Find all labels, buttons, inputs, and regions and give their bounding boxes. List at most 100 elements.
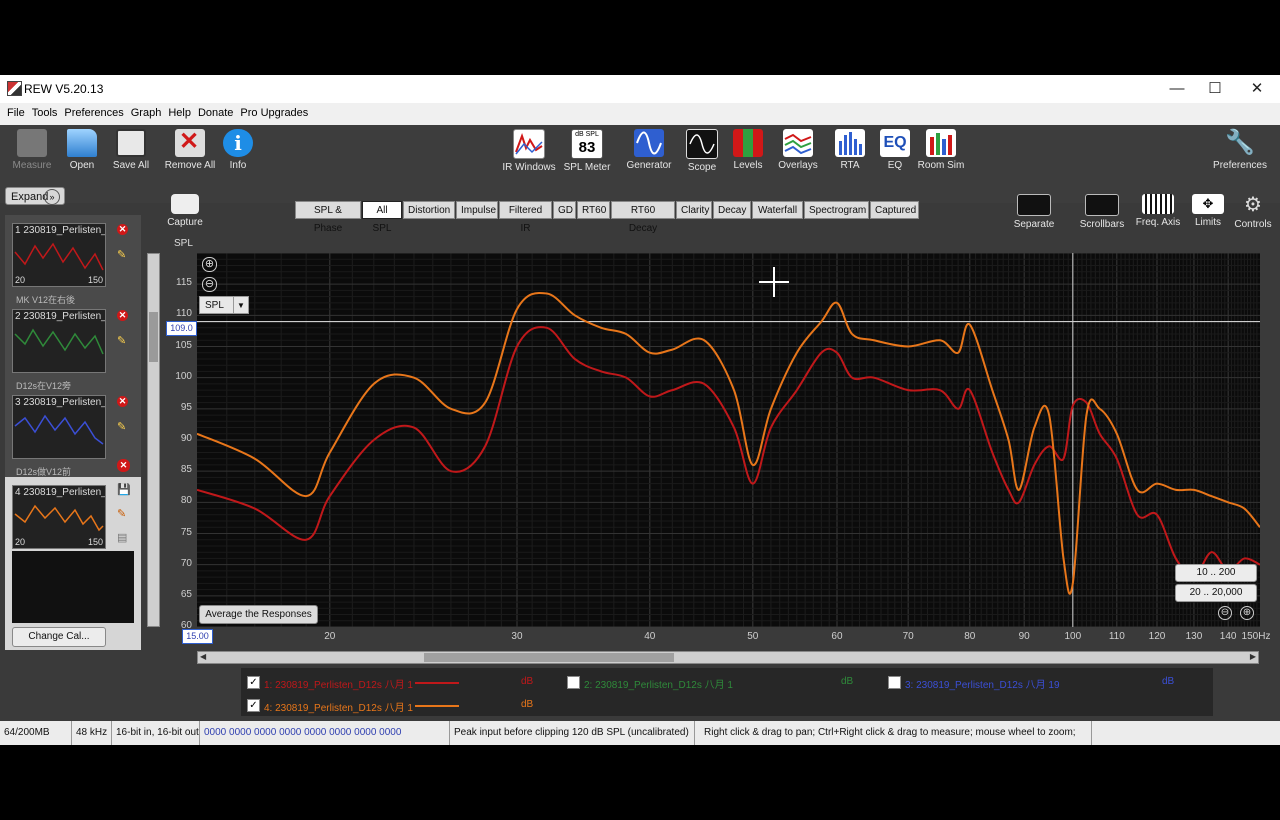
scroll-left-icon[interactable]: ◀: [200, 652, 206, 661]
tab-all-spl[interactable]: All SPL: [362, 201, 402, 234]
tab-rt60[interactable]: RT60: [577, 201, 610, 219]
rta-label: RTA: [840, 160, 860, 171]
range-20-20000-button[interactable]: 20 .. 20,000: [1175, 584, 1257, 602]
y-tick-label: 85: [180, 464, 192, 476]
overlays-button[interactable]: Overlays: [769, 125, 827, 171]
spl-meter-label: SPL Meter: [563, 162, 611, 173]
measurement-4-thumbnail[interactable]: 4 230819_Perlisten_D 20 150: [12, 485, 106, 549]
legend-3-checkbox[interactable]: [888, 676, 901, 689]
freq-axis-button[interactable]: Freq. Axis: [1130, 190, 1186, 228]
tab-filtered-ir[interactable]: Filtered IR: [499, 201, 552, 234]
measurement-1-thumbnail[interactable]: 1 230819_Perlisten_D 20 150: [12, 223, 106, 287]
menu-file[interactable]: File: [0, 103, 28, 119]
x-tick-label: 120: [1148, 631, 1166, 642]
spl-dropdown[interactable]: SPL ▼: [199, 296, 249, 314]
close-button[interactable]: ✕: [1242, 79, 1272, 99]
tab-captured[interactable]: Captured: [870, 201, 919, 219]
expand-button[interactable]: Expand »: [5, 187, 65, 205]
tab-rt60-decay[interactable]: RT60 Decay: [611, 201, 675, 234]
ir-windows-button[interactable]: IR Windows: [500, 125, 558, 173]
tab-waterfall[interactable]: Waterfall: [752, 201, 803, 219]
x-tick-label: 30: [511, 631, 523, 642]
menu-help[interactable]: Help: [164, 103, 194, 119]
crosshair-cursor-icon: [759, 267, 789, 297]
scrollbars-button[interactable]: Scrollbars: [1074, 190, 1130, 230]
generator-button[interactable]: Generator: [620, 125, 678, 171]
tab-distortion[interactable]: Distortion: [403, 201, 455, 219]
preferences-button[interactable]: 🔧 Preferences: [1210, 125, 1270, 171]
menu-donate[interactable]: Donate: [194, 103, 236, 119]
legend-2-checkbox[interactable]: [567, 676, 580, 689]
overlays-icon: [783, 129, 813, 157]
y-tick-label: 80: [180, 495, 192, 507]
room-sim-icon: [926, 129, 956, 157]
freq-axis-label: Freq. Axis: [1135, 217, 1181, 228]
measurement-3-thumbnail[interactable]: 3 230819_Perlisten_D: [12, 395, 106, 459]
edit-measurement-4-icon[interactable]: ✎: [117, 507, 129, 520]
maximize-button[interactable]: ☐: [1200, 79, 1230, 99]
capture-button[interactable]: Capture: [156, 190, 214, 228]
generator-icon: [634, 129, 664, 157]
legend-2-label: 2: 230819_Perlisten_D12s 八月 1: [584, 680, 733, 691]
average-responses-button[interactable]: Average the Responses: [199, 605, 318, 624]
room-sim-button[interactable]: Room Sim: [912, 125, 970, 171]
remove-measurement-1-icon[interactable]: ✕: [117, 224, 128, 235]
x-tick-label: 80: [964, 631, 976, 642]
legend-1-checkbox[interactable]: ✓: [247, 676, 260, 689]
separate-icon: [1017, 194, 1051, 216]
menu-preferences[interactable]: Preferences: [60, 103, 126, 119]
separate-button[interactable]: Separate: [1006, 190, 1062, 230]
save-measurement-3-icon[interactable]: ✎: [117, 420, 129, 433]
change-cal-button[interactable]: Change Cal...: [12, 627, 106, 647]
vertical-scroll-thumb[interactable]: [149, 312, 158, 362]
menu-graph[interactable]: Graph: [127, 103, 165, 119]
tab-impulse[interactable]: Impulse: [456, 201, 498, 219]
tab-clarity[interactable]: Clarity: [676, 201, 712, 219]
zoom-out-icon[interactable]: ⊖: [202, 277, 217, 292]
eq-icon: EQ: [880, 129, 910, 157]
remove-measurement-3-icon[interactable]: ✕: [117, 396, 128, 407]
spl-graph[interactable]: ⊕ ⊖ SPL ▼ Average the Responses 10 .. 20…: [197, 253, 1260, 627]
save-all-button[interactable]: Save All: [102, 125, 160, 171]
menu-tools[interactable]: Tools: [28, 103, 61, 119]
menu-pro-upgrades[interactable]: Pro Upgrades: [236, 103, 311, 119]
tab-spectrogram[interactable]: Spectrogram: [804, 201, 869, 219]
horizontal-scroll-thumb[interactable]: [424, 653, 674, 662]
x-zoom-in-icon[interactable]: ⊕: [1240, 606, 1254, 620]
measurement-panel: 1 230819_Perlisten_D 20 150 ✕ ✎ MK V12在右…: [5, 215, 141, 650]
notes-measurement-4-icon[interactable]: ▤: [117, 531, 129, 544]
tab-decay[interactable]: Decay: [713, 201, 751, 219]
zoom-in-icon[interactable]: ⊕: [202, 257, 217, 272]
status-bar: 64/200MB 48 kHz 16-bit in, 16-bit out 00…: [0, 721, 1280, 745]
range-10-200-button[interactable]: 10 .. 200: [1175, 564, 1257, 582]
minimize-button[interactable]: —: [1162, 79, 1192, 99]
menu-bar: File Tools Preferences Graph Help Donate Pro U…: [0, 103, 1280, 125]
info-button[interactable]: i Info: [209, 125, 267, 171]
legend-3-unit: dB: [1162, 676, 1175, 687]
legend-4-checkbox[interactable]: ✓: [247, 699, 260, 712]
save-measurement-2-icon[interactable]: ✎: [117, 334, 129, 347]
tab-spl-phase[interactable]: SPL & Phase: [295, 201, 361, 234]
remove-measurement-2-icon[interactable]: ✕: [117, 310, 128, 321]
scroll-right-icon[interactable]: ▶: [1250, 652, 1256, 661]
horizontal-scrollbar[interactable]: ◀ ▶: [197, 651, 1259, 664]
spl-meter-button[interactable]: dB SPL 83 SPL Meter: [558, 125, 616, 173]
vertical-scrollbar[interactable]: [147, 253, 160, 627]
x-start-readout: 15.00: [182, 629, 213, 644]
x-tick-label: 90: [1018, 631, 1030, 642]
status-memory: 64/200MB: [0, 721, 72, 745]
tab-gd[interactable]: GD: [553, 201, 576, 219]
x-zoom-out-icon[interactable]: ⊖: [1218, 606, 1232, 620]
x-tick-label: 100: [1064, 631, 1082, 642]
limits-icon: ✥: [1192, 194, 1224, 214]
open-label: Open: [69, 160, 95, 171]
remove-measurement-4-icon[interactable]: ✕: [117, 459, 130, 472]
graph-legend: ✓ 1: 230819_Perlisten_D12s 八月 1 dB 2: 23…: [241, 668, 1213, 716]
save-measurement-4-icon[interactable]: 💾: [117, 483, 131, 496]
save-measurement-1-icon[interactable]: ✎: [117, 248, 129, 261]
status-peak-input: Peak input before clipping 120 dB SPL (u…: [450, 721, 695, 745]
measurement-2-thumbnail[interactable]: 2 230819_Perlisten_D: [12, 309, 106, 373]
controls-button[interactable]: ⚙ Controls: [1225, 190, 1280, 230]
y-tick-label: 90: [180, 433, 192, 444]
legend-2-unit: dB: [841, 676, 854, 687]
